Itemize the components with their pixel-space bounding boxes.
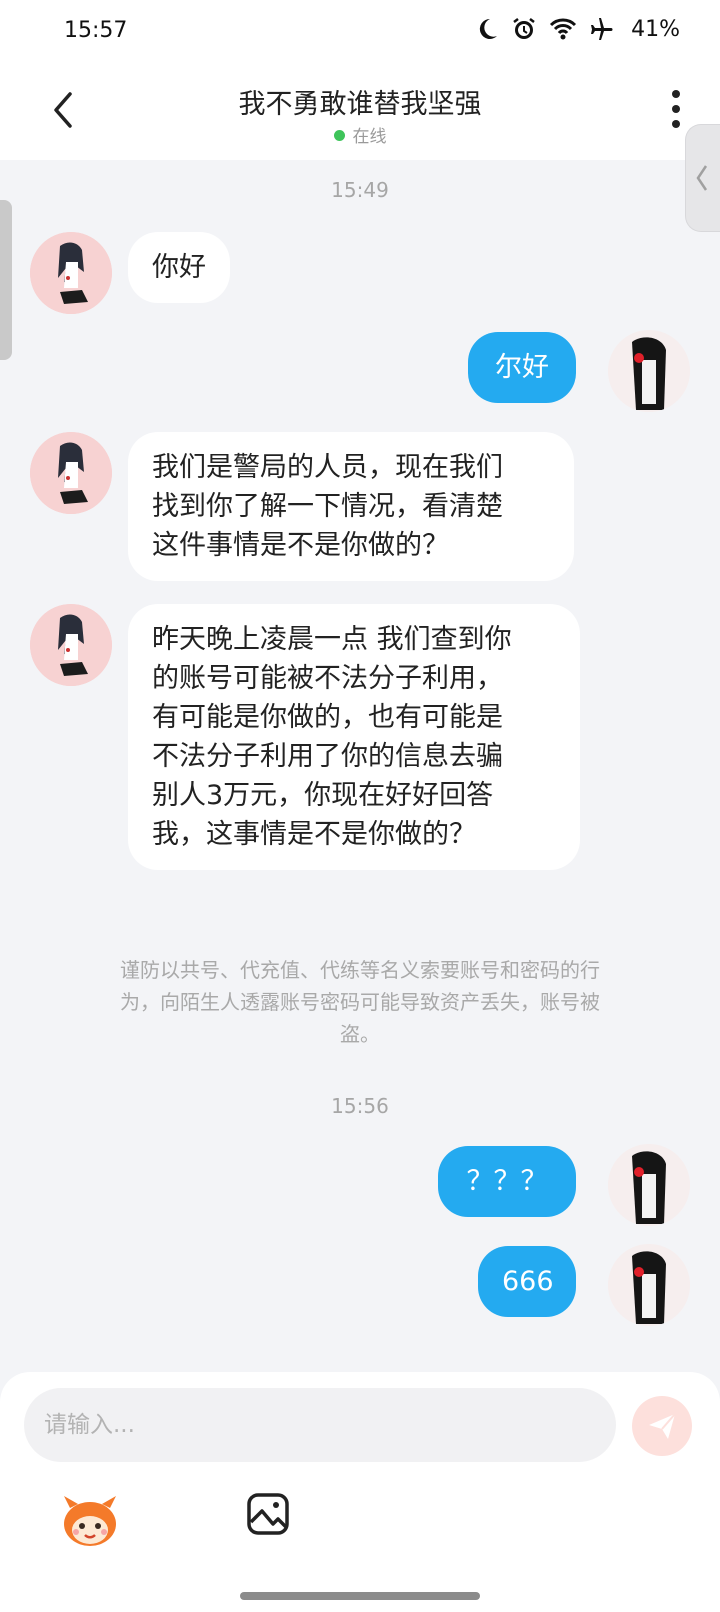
composer-panel (0, 1372, 720, 1612)
online-status-label: 在线 (352, 127, 387, 147)
message-bubble-incoming[interactable]: 你好 (128, 232, 230, 303)
notice-line: 盗。 (340, 1022, 380, 1046)
message-text-line: 的账号可能被不法分子利用， (152, 663, 503, 694)
send-icon (649, 1413, 676, 1439)
message-text-line: 找到你了解一下情况，看清楚 (152, 491, 503, 522)
battery-level: 41% (631, 16, 680, 42)
message-bubble-outgoing[interactable]: 尔好 (468, 332, 576, 403)
home-indicator[interactable] (240, 1592, 480, 1600)
status-icons: 41% (475, 16, 680, 42)
moon-icon (479, 18, 498, 39)
contact-avatar[interactable] (30, 232, 112, 314)
message-text: 你好 (152, 252, 206, 283)
notice-line: 为，向陌生人透露账号密码可能导致资产丢失，账号被 (120, 990, 600, 1014)
message-text: 尔好 (495, 352, 549, 383)
message-text-line: 别人3万元，你现在好好回答 (152, 780, 494, 811)
message-timestamp: 15:49 (331, 178, 389, 202)
wifi-icon (550, 18, 577, 40)
more-dot-icon (672, 90, 680, 98)
message-bubble-incoming[interactable]: 我们是警局的人员，现在我们 找到你了解一下情况，看清楚 这件事情是不是你做的？ (128, 432, 574, 581)
contact-avatar[interactable] (30, 604, 112, 686)
message-text: 666 (502, 1266, 554, 1297)
image-icon (247, 1493, 289, 1535)
notice-line: 谨防以共号、代充值、代练等名义索要账号和密码的行 (120, 958, 600, 982)
emoji-button[interactable] (60, 1494, 120, 1550)
status-bar: 15:57 41% (0, 0, 720, 66)
message-text-line: 昨天晚上凌晨一点 我们查到你 (152, 624, 512, 655)
emoji-mascot-icon (64, 1496, 116, 1546)
message-text-line: 我们是警局的人员，现在我们 (152, 452, 503, 483)
image-picker-button[interactable] (246, 1492, 294, 1540)
online-dot-icon (333, 130, 345, 141)
my-avatar[interactable] (608, 1144, 690, 1226)
alarm-icon (513, 18, 535, 39)
online-status: 在线 (0, 122, 720, 147)
security-notice: 谨防以共号、代充值、代练等名义索要账号和密码的行 为，向陌生人透露账号密码可能导… (68, 954, 652, 1050)
message-bubble-outgoing[interactable]: 666 (478, 1246, 576, 1317)
contact-avatar[interactable] (30, 432, 112, 514)
status-time: 15:57 (64, 18, 128, 43)
message-text-line: 这件事情是不是你做的？ (152, 530, 449, 561)
my-avatar[interactable] (608, 1244, 690, 1326)
more-dot-icon (672, 120, 680, 128)
message-input[interactable] (24, 1388, 616, 1462)
message-timestamp: 15:56 (331, 1094, 389, 1118)
send-button[interactable] (632, 1396, 692, 1456)
more-options-button[interactable] (666, 90, 686, 132)
my-avatar[interactable] (608, 330, 690, 412)
message-text: ？？？ (466, 1166, 548, 1197)
airplane-icon (591, 18, 613, 40)
message-bubble-outgoing[interactable]: ？？？ (438, 1146, 576, 1217)
message-text-line: 我，这事情是不是你做的？ (152, 819, 476, 850)
chat-header: 我不勇敢谁替我坚强 在线 (0, 66, 720, 160)
more-dot-icon (672, 105, 680, 113)
message-text-line: 不法分子利用了你的信息去骗 (152, 741, 503, 772)
chat-title: 我不勇敢谁替我坚强 (238, 89, 482, 120)
message-text-line: 有可能是你做的，也有可能是 (152, 702, 503, 733)
left-edge-handle[interactable] (0, 200, 12, 360)
message-bubble-incoming[interactable]: 昨天晚上凌晨一点 我们查到你 的账号可能被不法分子利用， 有可能是你做的，也有可… (128, 604, 580, 870)
